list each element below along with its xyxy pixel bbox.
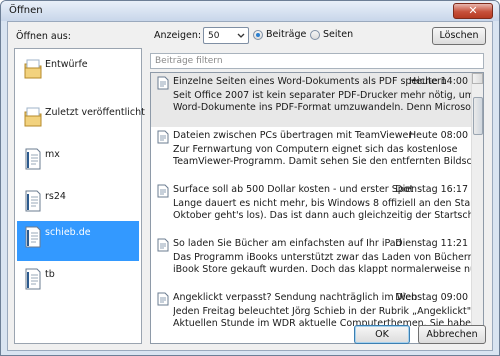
post-item[interactable]: So laden Sie Bücher am einfachsten auf I…	[151, 235, 473, 289]
post-excerpt-line: Word-Dokumente ins PDF-Format umzuwandel…	[173, 101, 473, 113]
close-icon: ✕	[468, 4, 478, 17]
dialog-body: Öffnen aus: Entwürfe Zuletzt veröffentli…	[7, 21, 493, 351]
scroll-up-button[interactable]	[472, 73, 483, 84]
post-title: So laden Sie Bücher am einfachsten auf I…	[173, 238, 402, 249]
document-icon	[157, 76, 169, 90]
post-excerpt-line: Jeden Freitag beleuchtet Jörg Schieb in …	[173, 306, 473, 317]
post-excerpt: Seit Office 2007 ist kein separater PDF-…	[173, 90, 473, 113]
post-excerpt: Zur Fernwartung von Computern eignet sic…	[173, 144, 473, 167]
document-icon	[157, 292, 169, 306]
document-icon	[157, 184, 169, 198]
blog-page-icon	[25, 226, 41, 248]
source-list: Entwürfe Zuletzt veröffentlicht mx rs24 …	[14, 48, 145, 344]
delete-button[interactable]: Löschen	[432, 27, 486, 45]
post-date: Dienstag 09:00	[395, 292, 468, 303]
post-excerpt: Das Programm iBooks unterstützt zwar das…	[173, 252, 473, 275]
post-excerpt: Lange dauert es nicht mehr, bis Windows …	[173, 198, 473, 221]
source-item-tb[interactable]: tb	[17, 263, 139, 303]
post-item[interactable]: Dateien zwischen PCs übertragen mit Team…	[151, 127, 473, 181]
posts-list: Einzelne Seiten eines Word-Dokuments als…	[150, 72, 484, 344]
blog-page-icon	[25, 268, 41, 290]
post-date: Dienstag 16:17	[395, 184, 468, 195]
post-title: Einzelne Seiten eines Word-Dokuments als…	[173, 76, 447, 87]
filter-input[interactable]: Beiträge filtern	[150, 53, 484, 69]
document-icon	[157, 238, 169, 252]
post-item[interactable]: Einzelne Seiten eines Word-Dokuments als…	[151, 73, 473, 127]
source-item-label: schieb.de	[45, 227, 91, 238]
blog-page-icon	[25, 148, 41, 170]
window-title: Öffnen	[9, 5, 43, 16]
chevron-down-icon	[237, 33, 245, 38]
post-excerpt-line: TeamViewer-Programm. Damit sehen Sie den…	[173, 155, 473, 167]
folder-icon	[24, 107, 42, 127]
post-title: Angeklickt verpasst? Sendung nachträglic…	[173, 292, 418, 303]
ok-button[interactable]: OK	[354, 325, 410, 344]
source-item-rs24[interactable]: rs24	[17, 185, 139, 225]
blog-page-icon	[25, 190, 41, 212]
radio-posts-label: Beiträge	[266, 29, 307, 40]
source-item-label: rs24	[45, 191, 66, 202]
document-icon	[157, 130, 169, 144]
source-item-label: tb	[45, 269, 55, 280]
source-item-label: Entwürfe	[45, 59, 88, 70]
radio-pages-label: Seiten	[323, 29, 354, 40]
source-item-label: Zuletzt veröffentlicht	[45, 107, 145, 118]
cancel-button[interactable]: Abbrechen	[418, 325, 486, 344]
title-bar[interactable]: Öffnen ✕	[1, 1, 499, 21]
post-excerpt-line: Das Programm iBooks unterstützt zwar das…	[173, 252, 473, 263]
post-excerpt-line: Zur Fernwartung von Computern eignet sic…	[173, 144, 458, 155]
scroll-thumb[interactable]	[473, 97, 483, 135]
post-date: Dienstag 11:21	[395, 238, 468, 249]
radio-posts[interactable]	[253, 30, 263, 40]
open-dialog: Öffnen ✕ Öffnen aus: Entwürfe Zuletzt ve…	[0, 0, 500, 356]
post-title: Surface soll ab 500 Dollar kosten - und …	[173, 184, 414, 195]
post-title: Dateien zwischen PCs übertragen mit Team…	[173, 130, 413, 141]
post-date: Heute 14:00	[409, 76, 468, 87]
post-count-select[interactable]: 50	[203, 27, 249, 44]
source-item-label: mx	[45, 149, 60, 160]
post-excerpt-line: iBook Store gekauft wurden. Doch das kla…	[173, 263, 473, 275]
post-date: Heute 08:00	[409, 130, 468, 141]
source-item-entwuerfe[interactable]: Entwürfe	[17, 53, 139, 93]
source-item-mx[interactable]: mx	[17, 143, 139, 183]
post-excerpt-line: Seit Office 2007 ist kein separater PDF-…	[173, 90, 473, 101]
source-item-zuletzt[interactable]: Zuletzt veröffentlicht	[17, 101, 145, 141]
post-excerpt-line: Oktober geht's los). Das ist dann auch g…	[173, 209, 473, 221]
show-count-label: Anzeigen:	[154, 30, 202, 41]
post-excerpt-line: Lange dauert es nicht mehr, bis Windows …	[173, 198, 473, 209]
sidebar-label: Öffnen aus:	[16, 31, 71, 42]
post-item[interactable]: Surface soll ab 500 Dollar kosten - und …	[151, 181, 473, 235]
post-count-value: 50	[208, 31, 220, 41]
radio-pages[interactable]	[310, 30, 320, 40]
source-item-schieb-de[interactable]: schieb.de	[17, 221, 139, 261]
close-button[interactable]: ✕	[453, 3, 493, 19]
vertical-scrollbar[interactable]	[471, 73, 483, 343]
filter-placeholder: Beiträge filtern	[155, 56, 223, 66]
folder-icon	[24, 59, 42, 79]
